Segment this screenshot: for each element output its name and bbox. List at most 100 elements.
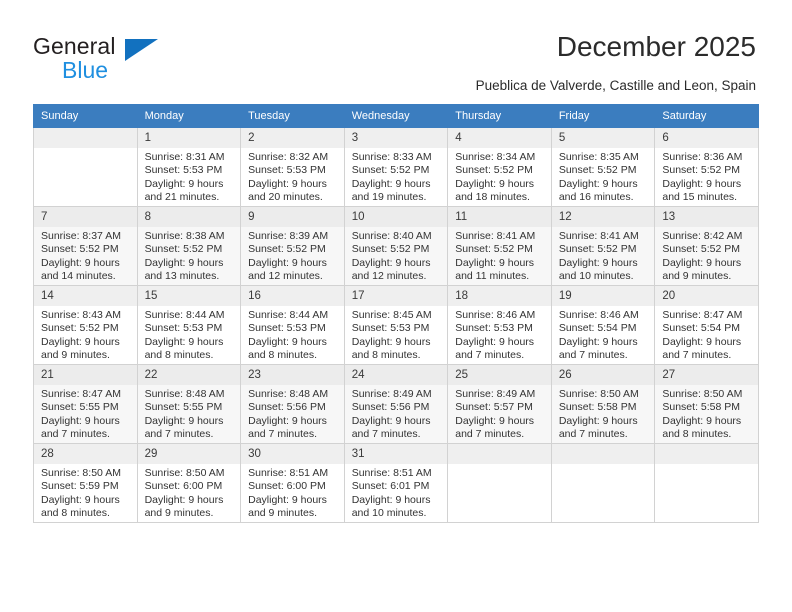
daylight-text-line1: Daylight: 9 hours — [248, 256, 327, 269]
calendar-day-cell[interactable]: 28 Sunrise: 8:50 AM Sunset: 5:59 PM Dayligh… — [33, 443, 138, 523]
sunset-text: Sunset: 5:55 PM — [144, 401, 223, 414]
calendar-day-cell[interactable]: 25 Sunrise: 8:49 AM Sunset: 5:57 PM Dayligh… — [447, 364, 552, 444]
day-number: 17 — [344, 286, 448, 306]
sunset-text: Sunset: 6:00 PM — [144, 480, 223, 493]
calendar-week-row: 1 Sunrise: 8:31 AM Sunset: 5:53 PM Daylight… — [33, 127, 759, 207]
calendar-day-cell[interactable]: 5 Sunrise: 8:35 AM Sunset: 5:52 PM Daylight… — [550, 127, 656, 207]
daylight-text-line1: Daylight: 9 hours — [558, 414, 638, 427]
daylight-text-line2: and 7 minutes. — [662, 348, 732, 361]
day-info: Sunrise: 8:47 AM Sunset: 5:54 PM Daylight:… — [655, 306, 758, 362]
calendar-day-cell[interactable]: 17 Sunrise: 8:45 AM Sunset: 5:53 PM Dayligh… — [343, 285, 449, 365]
calendar-day-cell[interactable]: 11 Sunrise: 8:41 AM Sunset: 5:52 PM Dayligh… — [447, 206, 552, 286]
calendar-table: Sunday Monday Tuesday Wednesday Thursday… — [33, 104, 759, 523]
daylight-text-line1: Daylight: 9 hours — [41, 335, 120, 348]
calendar-body: 1 Sunrise: 8:31 AM Sunset: 5:53 PM Daylight… — [33, 127, 759, 523]
calendar-day-cell[interactable]: 2 Sunrise: 8:32 AM Sunset: 5:53 PM Daylight… — [240, 127, 345, 207]
day-cell-content: 27 Sunrise: 8:50 AM Sunset: 5:58 PM Dayligh… — [655, 365, 758, 443]
day-cell-content: 8 Sunrise: 8:38 AM Sunset: 5:52 PM Daylight… — [137, 207, 241, 285]
sunset-text: Sunset: 5:58 PM — [662, 401, 741, 414]
day-info: Sunrise: 8:42 AM Sunset: 5:52 PM Daylight:… — [655, 227, 758, 283]
sunset-text: Sunset: 5:52 PM — [351, 164, 430, 177]
daylight-text-line1: Daylight: 9 hours — [455, 177, 535, 190]
day-info: Sunrise: 8:50 AM Sunset: 5:58 PM Daylight:… — [655, 385, 758, 441]
daylight-text-line1: Daylight: 9 hours — [41, 493, 120, 506]
sunset-text: Sunset: 5:52 PM — [455, 243, 533, 256]
calendar-day-cell[interactable]: 9 Sunrise: 8:39 AM Sunset: 5:52 PM Daylight… — [240, 206, 345, 286]
day-info: Sunrise: 8:43 AM Sunset: 5:52 PM Daylight:… — [34, 306, 137, 362]
calendar-day-cell[interactable]: 6 Sunrise: 8:36 AM Sunset: 5:52 PM Daylight… — [654, 127, 759, 207]
weekday-header-wednesday: Wednesday — [343, 104, 449, 128]
weekday-header-saturday: Saturday — [654, 104, 759, 128]
sunrise-text: Sunrise: 8:41 AM — [558, 230, 639, 242]
daylight-text-line2: and 7 minutes. — [41, 427, 110, 440]
sunset-text: Sunset: 5:52 PM — [662, 243, 741, 256]
calendar-day-cell[interactable]: 18 Sunrise: 8:46 AM Sunset: 5:53 PM Dayligh… — [447, 285, 552, 365]
sunrise-text: Sunrise: 8:50 AM — [558, 388, 639, 400]
day-number: 12 — [551, 207, 655, 227]
day-cell-content: 29 Sunrise: 8:50 AM Sunset: 6:00 PM Dayligh… — [137, 444, 241, 522]
day-number: 30 — [241, 444, 344, 464]
calendar-day-cell[interactable]: 30 Sunrise: 8:51 AM Sunset: 6:00 PM Dayligh… — [240, 443, 345, 523]
calendar-day-cell[interactable]: 16 Sunrise: 8:44 AM Sunset: 5:53 PM Dayligh… — [240, 285, 345, 365]
calendar-day-cell[interactable]: 20 Sunrise: 8:47 AM Sunset: 5:54 PM Dayligh… — [654, 285, 759, 365]
sunrise-text: Sunrise: 8:38 AM — [144, 230, 225, 242]
calendar-day-cell[interactable] — [654, 443, 759, 523]
page-title: December 2025 — [556, 31, 756, 62]
daylight-text-line2: and 7 minutes. — [558, 427, 628, 440]
calendar-day-cell[interactable]: 19 Sunrise: 8:46 AM Sunset: 5:54 PM Dayligh… — [550, 285, 656, 365]
calendar-day-cell[interactable]: 13 Sunrise: 8:42 AM Sunset: 5:52 PM Dayligh… — [654, 206, 759, 286]
calendar-day-cell[interactable] — [33, 127, 138, 207]
calendar-day-cell[interactable]: 15 Sunrise: 8:44 AM Sunset: 5:53 PM Dayligh… — [136, 285, 242, 365]
day-cell-content — [34, 128, 137, 206]
daylight-text-line1: Daylight: 9 hours — [455, 414, 535, 427]
sunset-text: Sunset: 6:01 PM — [351, 480, 430, 493]
daylight-text-line2: and 8 minutes. — [351, 348, 421, 361]
sunset-text: Sunset: 5:53 PM — [248, 322, 326, 335]
sunset-text: Sunset: 5:52 PM — [455, 164, 533, 177]
calendar-day-cell[interactable]: 23 Sunrise: 8:48 AM Sunset: 5:56 PM Dayligh… — [240, 364, 345, 444]
daylight-text-line2: and 10 minutes. — [351, 506, 427, 519]
day-number: 5 — [551, 128, 655, 148]
calendar-day-cell[interactable]: 27 Sunrise: 8:50 AM Sunset: 5:58 PM Dayligh… — [654, 364, 759, 444]
day-number: 15 — [137, 286, 241, 306]
sunset-text: Sunset: 5:52 PM — [662, 164, 741, 177]
calendar-day-cell[interactable]: 22 Sunrise: 8:48 AM Sunset: 5:55 PM Dayligh… — [136, 364, 242, 444]
calendar-header-row: Sunday Monday Tuesday Wednesday Thursday… — [33, 104, 759, 128]
calendar-day-cell[interactable]: 8 Sunrise: 8:38 AM Sunset: 5:52 PM Daylight… — [136, 206, 242, 286]
calendar-day-cell[interactable] — [447, 443, 552, 523]
day-info: Sunrise: 8:37 AM Sunset: 5:52 PM Daylight:… — [34, 227, 137, 283]
sunrise-text: Sunrise: 8:48 AM — [144, 388, 225, 400]
calendar-day-cell[interactable]: 26 Sunrise: 8:50 AM Sunset: 5:58 PM Dayligh… — [550, 364, 656, 444]
calendar-day-cell[interactable]: 12 Sunrise: 8:41 AM Sunset: 5:52 PM Dayligh… — [550, 206, 656, 286]
sunrise-text: Sunrise: 8:50 AM — [144, 467, 225, 479]
daylight-text-line1: Daylight: 9 hours — [662, 335, 742, 348]
daylight-text-line1: Daylight: 9 hours — [248, 493, 327, 506]
day-cell-content: 24 Sunrise: 8:49 AM Sunset: 5:56 PM Dayligh… — [344, 365, 448, 443]
day-cell-content: 14 Sunrise: 8:43 AM Sunset: 5:52 PM Dayligh… — [34, 286, 137, 364]
day-cell-content: 19 Sunrise: 8:46 AM Sunset: 5:54 PM Dayligh… — [551, 286, 655, 364]
calendar-day-cell[interactable]: 10 Sunrise: 8:40 AM Sunset: 5:52 PM Dayligh… — [343, 206, 449, 286]
calendar-day-cell[interactable]: 3 Sunrise: 8:33 AM Sunset: 5:52 PM Daylight… — [343, 127, 449, 207]
calendar-day-cell[interactable]: 29 Sunrise: 8:50 AM Sunset: 6:00 PM Dayligh… — [136, 443, 242, 523]
calendar-day-cell[interactable]: 7 Sunrise: 8:37 AM Sunset: 5:52 PM Daylight… — [33, 206, 138, 286]
daylight-text-line2: and 10 minutes. — [558, 269, 634, 282]
day-cell-content: 1 Sunrise: 8:31 AM Sunset: 5:53 PM Daylight… — [137, 128, 241, 206]
logo-text-general: General — [33, 33, 116, 59]
calendar-day-cell[interactable]: 1 Sunrise: 8:31 AM Sunset: 5:53 PM Daylight… — [136, 127, 242, 207]
day-number: 23 — [241, 365, 344, 385]
calendar-day-cell[interactable] — [550, 443, 656, 523]
day-info: Sunrise: 8:32 AM Sunset: 5:53 PM Daylight:… — [241, 148, 344, 204]
calendar-day-cell[interactable]: 24 Sunrise: 8:49 AM Sunset: 5:56 PM Dayligh… — [343, 364, 449, 444]
day-cell-content: 20 Sunrise: 8:47 AM Sunset: 5:54 PM Dayligh… — [655, 286, 758, 364]
day-info: Sunrise: 8:33 AM Sunset: 5:52 PM Daylight:… — [345, 148, 448, 204]
day-number: 10 — [344, 207, 448, 227]
page-subtitle: Pueblica de Valverde, Castille and Leon,… — [475, 78, 756, 93]
calendar-day-cell[interactable]: 21 Sunrise: 8:47 AM Sunset: 5:55 PM Dayligh… — [33, 364, 138, 444]
daylight-text-line2: and 11 minutes. — [455, 269, 530, 282]
generalblue-logo[interactable]: General Blue — [33, 33, 213, 85]
calendar-day-cell[interactable]: 31 Sunrise: 8:51 AM Sunset: 6:01 PM Dayligh… — [343, 443, 449, 523]
calendar-day-cell[interactable]: 4 Sunrise: 8:34 AM Sunset: 5:52 PM Daylight… — [447, 127, 552, 207]
day-number: 26 — [551, 365, 655, 385]
calendar-day-cell[interactable]: 14 Sunrise: 8:43 AM Sunset: 5:52 PM Dayligh… — [33, 285, 138, 365]
sunrise-text: Sunrise: 8:50 AM — [41, 467, 121, 479]
